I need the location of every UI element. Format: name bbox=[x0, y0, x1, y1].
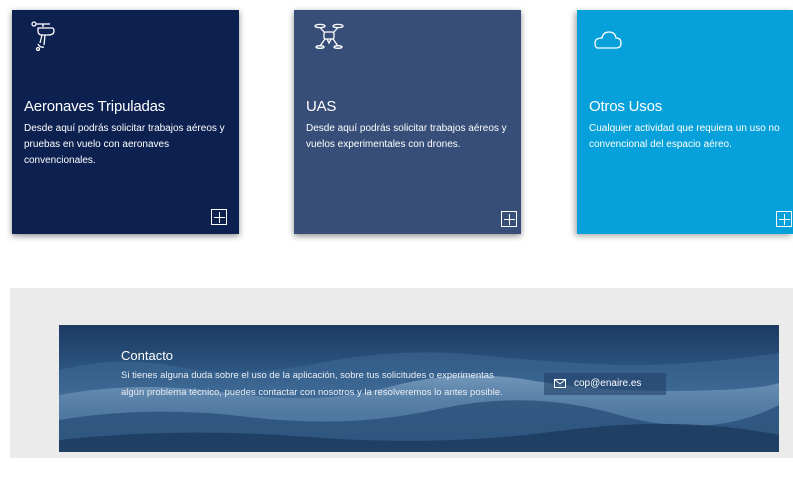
card-aeronaves-tripuladas[interactable]: Aeronaves Tripuladas Desde aquí podrás s… bbox=[12, 10, 239, 234]
email-link[interactable]: cop@enaire.es bbox=[544, 373, 666, 395]
helicopter-icon bbox=[31, 21, 55, 52]
card-title: Otros Usos bbox=[589, 98, 663, 115]
card-title: Aeronaves Tripuladas bbox=[24, 98, 166, 115]
contact-description: Si tienes alguna duda sobre el uso de la… bbox=[121, 370, 503, 398]
card-title: UAS bbox=[306, 98, 337, 115]
cloud-icon bbox=[594, 31, 622, 49]
email-address: cop@enaire.es bbox=[574, 378, 642, 389]
contact-title: Contacto bbox=[121, 348, 174, 363]
drone-icon bbox=[314, 23, 344, 49]
card-description: Desde aquí podrás solicitar trabajos aér… bbox=[24, 123, 225, 166]
card-description: Desde aquí podrás solicitar trabajos aér… bbox=[306, 123, 507, 150]
expand-plus-icon[interactable] bbox=[776, 211, 792, 227]
contact-banner: Contacto Si tienes alguna duda sobre el … bbox=[59, 325, 779, 452]
expand-plus-icon[interactable] bbox=[501, 211, 517, 227]
envelope-icon bbox=[554, 379, 566, 388]
card-description: Cualquier actividad que requiera un uso … bbox=[589, 123, 780, 150]
card-otros-usos[interactable]: Otros Usos Cualquier actividad que requi… bbox=[577, 10, 793, 234]
card-uas[interactable]: UAS Desde aquí podrás solicitar trabajos… bbox=[294, 10, 521, 234]
expand-plus-icon[interactable] bbox=[211, 209, 227, 225]
contact-section: Contacto Si tienes alguna duda sobre el … bbox=[10, 288, 793, 458]
